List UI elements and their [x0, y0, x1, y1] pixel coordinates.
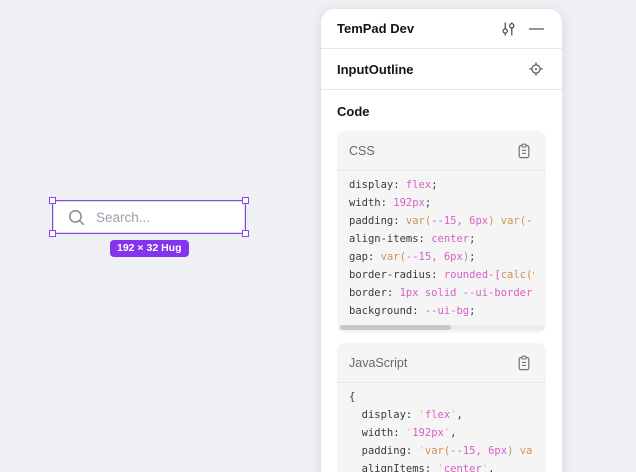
sliders-icon [501, 21, 516, 37]
css-scrollbar-thumb[interactable] [340, 325, 451, 330]
code-line: width: 192px; [349, 194, 534, 212]
search-icon [68, 209, 85, 226]
code-line: alignItems: 'center', [349, 460, 534, 472]
css-horizontal-scrollbar [339, 325, 544, 330]
copy-icon [517, 355, 531, 371]
selection-handle-top-right[interactable] [242, 197, 249, 204]
selected-component[interactable]: Search... 192 × 32 Hug [53, 201, 245, 233]
copy-icon [517, 143, 531, 159]
javascript-block-header[interactable]: JavaScript [337, 343, 546, 383]
code-line: width: '192px', [349, 424, 534, 442]
code-line: align-items: center; [349, 230, 534, 248]
panel-title: TemPad Dev [337, 21, 498, 36]
javascript-code-block: JavaScript { display: 'flex', width: '19… [337, 343, 546, 472]
code-line: display: flex; [349, 176, 534, 194]
settings-button[interactable] [498, 19, 518, 39]
code-line: display: 'flex', [349, 406, 534, 424]
copy-css-button[interactable] [514, 141, 534, 161]
code-line: padding: 'var(--15, 6px) var [349, 442, 534, 460]
code-section: Code CSS display: flex;width: 192px;padd… [321, 90, 562, 472]
code-line: background: --ui-bg; [349, 302, 534, 320]
size-badge: 192 × 32 Hug [110, 240, 189, 257]
css-code-block: CSS display: flex;width: 192px;padding: … [337, 131, 546, 333]
javascript-block-label: JavaScript [349, 356, 514, 370]
code-line: padding: var(--15, 6px) var(-- [349, 212, 534, 230]
code-section-title: Code [337, 104, 546, 119]
code-line: { [349, 388, 534, 406]
css-code: display: flex;width: 192px;padding: var(… [337, 171, 546, 333]
code-line: gap: var(--15, 6px); [349, 248, 534, 266]
search-input-component[interactable]: Search... [53, 201, 245, 233]
locate-node-button[interactable] [526, 59, 546, 79]
minimize-button[interactable] [526, 19, 546, 39]
selection-handle-top-left[interactable] [49, 197, 56, 204]
code-line: border-radius: rounded-[calc(v [349, 266, 534, 284]
code-line: border: 1px solid --ui-border- [349, 284, 534, 302]
component-name: InputOutline [337, 62, 526, 77]
css-block-header[interactable]: CSS [337, 131, 546, 171]
locate-icon [528, 61, 544, 77]
css-block-label: CSS [349, 144, 514, 158]
selected-node-row: InputOutline [321, 49, 562, 90]
selection-handle-bottom-right[interactable] [242, 230, 249, 237]
minimize-icon [529, 21, 544, 37]
javascript-code: { display: 'flex', width: '192px', paddi… [337, 383, 546, 472]
panel-header: TemPad Dev [321, 9, 562, 49]
search-placeholder-text: Search... [96, 210, 150, 225]
tempad-dev-panel: TemPad Dev InputOutline [321, 9, 562, 472]
copy-javascript-button[interactable] [514, 353, 534, 373]
selection-handle-bottom-left[interactable] [49, 230, 56, 237]
